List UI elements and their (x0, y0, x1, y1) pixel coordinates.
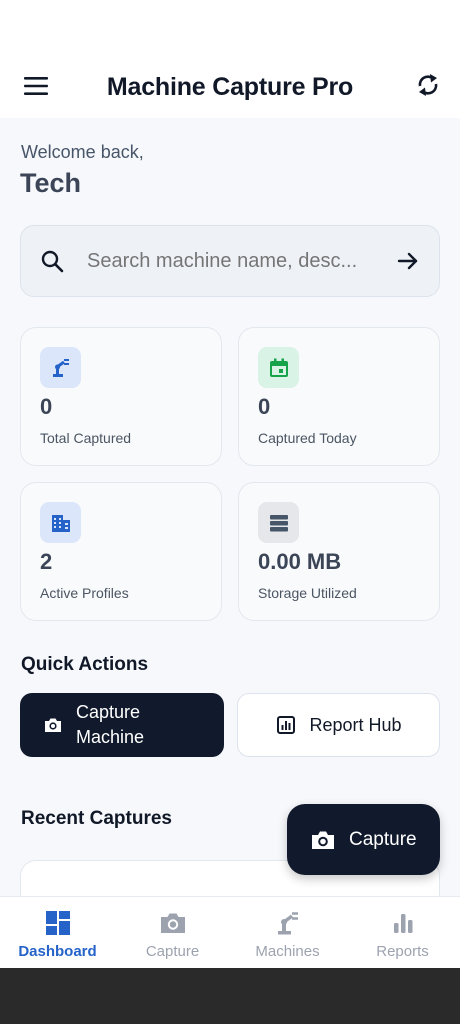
stat-value: 0 (40, 394, 53, 419)
system-navigation-bar (0, 968, 460, 1024)
nav-label: Capture (145, 943, 200, 960)
search-bar[interactable] (20, 225, 440, 297)
camera-icon (159, 909, 187, 937)
quick-actions-title: Quick Actions (21, 654, 149, 675)
stat-value: 0.00 MB (258, 549, 342, 574)
arrow-right-icon[interactable] (395, 248, 421, 274)
camera-icon (42, 714, 64, 736)
nav-label: Reports (376, 943, 429, 960)
report-icon (275, 714, 297, 736)
menu-icon (24, 77, 48, 95)
stat-card-storage-utilized[interactable]: 0.00 MB Storage Utilized (238, 482, 440, 621)
stat-label: Active Profiles (40, 585, 129, 601)
report-hub-button[interactable]: Report Hub (237, 693, 440, 757)
capture-fab-label: Capture (349, 828, 417, 850)
robot-arm-icon (274, 909, 302, 937)
report-hub-label: Report Hub (309, 714, 402, 735)
stat-card-active-profiles[interactable]: 2 Active Profiles (20, 482, 222, 621)
dashboard-icon (44, 909, 72, 937)
stat-card-captured-today[interactable]: 0 Captured Today (238, 327, 440, 466)
stat-value: 2 (40, 549, 53, 574)
nav-item-capture[interactable]: Capture (115, 897, 230, 969)
status-bar-area (0, 0, 460, 56)
nav-label: Machines (255, 943, 320, 960)
nav-label: Dashboard (18, 943, 97, 960)
stat-card-total-captured[interactable]: 0 Total Captured (20, 327, 222, 466)
dashboard-content: Welcome back, Tech 0 (0, 118, 460, 896)
nav-item-dashboard[interactable]: Dashboard (0, 897, 115, 969)
sync-button[interactable] (414, 70, 442, 100)
camera-icon (309, 826, 337, 854)
menu-button[interactable] (22, 72, 50, 100)
nav-item-machines[interactable]: Machines (230, 897, 345, 969)
search-icon (39, 248, 65, 274)
user-name: Tech (20, 168, 82, 198)
app-bar: Machine Capture Pro (0, 56, 460, 118)
bar-chart-icon (389, 909, 417, 937)
capture-machine-button[interactable]: Capture Machine (20, 693, 224, 757)
stat-label: Captured Today (258, 430, 357, 446)
stat-value: 0 (258, 394, 271, 419)
recent-captures-title: Recent Captures (21, 808, 172, 829)
app-title: Machine Capture Pro (106, 72, 354, 101)
search-input[interactable] (87, 249, 385, 273)
building-icon (40, 502, 81, 543)
stat-label: Storage Utilized (258, 585, 357, 601)
calendar-icon (258, 347, 299, 388)
stat-label: Total Captured (40, 430, 132, 446)
sync-icon (418, 74, 438, 96)
capture-fab[interactable]: Capture (287, 804, 440, 875)
bottom-navigation: Dashboard Capture Machines Reports (0, 896, 460, 968)
storage-icon (258, 502, 299, 543)
nav-item-reports[interactable]: Reports (345, 897, 460, 969)
welcome-text: Welcome back, (21, 142, 144, 162)
capture-machine-label: Capture Machine (76, 702, 145, 747)
robot-arm-icon (40, 347, 81, 388)
